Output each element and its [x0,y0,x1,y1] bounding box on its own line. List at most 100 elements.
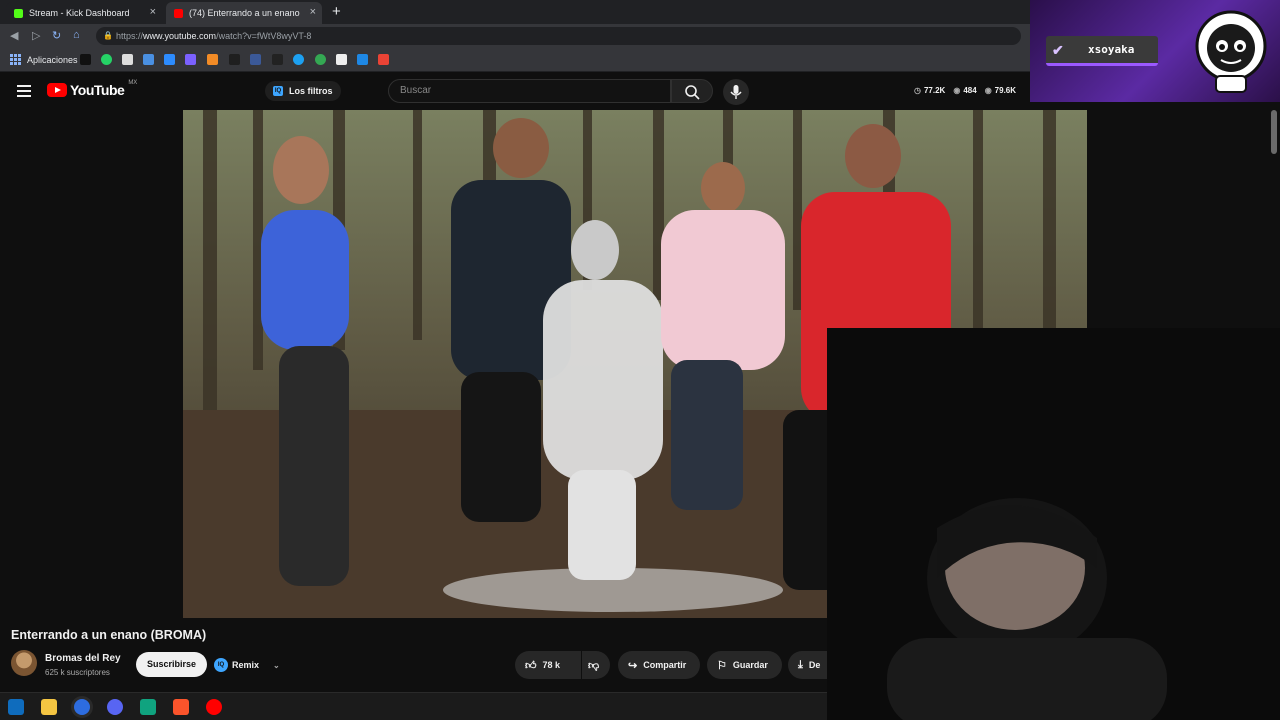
youtube-icon [174,8,183,18]
url-host: www.youtube.com [143,31,217,41]
save-label: Guardar [732,660,768,670]
subscribe-button[interactable]: Suscribirse [136,652,207,677]
channel-name[interactable]: Bromas del Rey [45,653,121,664]
save-button[interactable]: ⚐ Guardar [707,651,782,679]
share-icon: ↪ [628,659,638,672]
bookmark-icon[interactable] [185,54,196,65]
country-code: MX [128,80,138,86]
stream-stats: ◷ 77.2K ◉ 484 ◉ 79.6K [914,86,1016,95]
share-label: Compartir [643,660,687,670]
search-button[interactable] [671,79,713,103]
share-button[interactable]: ↪ Compartir [618,651,700,679]
bookmark-icon[interactable] [272,54,283,65]
tab-label: (74) Enterrando a un enano [189,8,300,18]
bookmark-icon: ⚐ [717,659,727,672]
windows-start-icon[interactable] [8,699,24,715]
apps-grid-icon [10,54,21,65]
chatgpt-icon[interactable] [140,699,156,715]
remix-icon: IQ [214,658,228,672]
viewers-count: 484 [963,86,977,95]
bookmark-icon[interactable] [315,54,326,65]
discord-icon[interactable] [107,699,123,715]
url-field[interactable]: 🔒 https://www.youtube.com/watch?v=fWtV8w… [96,27,1021,45]
mascot-avatar [1195,10,1267,93]
youtube-play-icon [47,83,67,97]
tab-kick-dashboard[interactable]: Stream - Kick Dashboard × [6,2,162,24]
whatsapp-icon[interactable] [101,54,112,65]
browser-tab-bar: Stream - Kick Dashboard × (74) Enterrand… [0,0,1030,24]
like-button[interactable]: 👍︎ 78 k [515,651,581,679]
download-button[interactable]: ⤓ De [788,651,827,679]
address-bar-row: ◀ ▷ ↻ ⌂ 🔒 https://www.youtube.com/watch?… [0,24,1030,48]
url-prefix: https:// [116,31,144,41]
avatar[interactable] [11,650,37,676]
video-title: Enterrando a un enano (BROMA) [11,628,207,642]
streamer-username: xsoyaka [1088,43,1135,56]
likes-stat: ◷ 77.2K [914,86,945,95]
back-icon[interactable]: ◀ [10,29,18,42]
remix-button[interactable]: IQ Remix ⌄ [214,654,280,676]
bookmark-icon[interactable] [80,54,91,65]
views-stat: ◉ 79.6K [985,86,1016,95]
voice-search-button[interactable] [723,79,749,105]
close-icon[interactable]: × [310,6,316,18]
file-explorer-icon[interactable] [41,699,57,715]
bookmark-icon[interactable] [207,54,218,65]
eye-icon: ◉ [953,86,961,95]
gmail-icon[interactable] [378,54,389,65]
chrome-icon[interactable] [74,699,90,715]
url-path: /watch?v=fWtV8wyVT-8 [216,31,312,41]
heart-icon: ◷ [914,86,921,95]
youtube-icon[interactable] [206,699,222,715]
verified-check-icon: ✔ [1052,41,1064,58]
stream-overlay: ✔ xsoyaka [1030,0,1280,102]
bookmark-icon[interactable] [164,54,175,65]
thumbs-up-icon: 👍︎ [525,659,537,672]
dislike-button[interactable]: 👎︎ [582,651,610,679]
hamburger-menu-icon[interactable] [17,85,31,97]
tab-youtube-video[interactable]: (74) Enterrando a un enano × [166,2,322,24]
webcam-image [827,328,1280,720]
logo-text: YouTube [70,82,125,98]
search-input[interactable]: Buscar [388,79,671,103]
thumbs-down-icon: 👎︎ [588,659,600,672]
bookmark-icon[interactable] [250,54,261,65]
brave-icon[interactable] [173,699,189,715]
streamer-name-box: ✔ xsoyaka [1046,36,1158,66]
apps-label: Aplicaciones [27,54,78,65]
page-scrollbar[interactable] [1271,110,1277,154]
new-tab-button[interactable]: + [332,3,341,20]
views-count: 79.6K [994,86,1017,95]
viewers-stat: ◉ 484 [953,86,976,95]
bookmark-icon[interactable] [122,54,133,65]
home-icon[interactable]: ⌂ [73,29,80,41]
download-icon: ⤓ [798,658,803,671]
bookmarks-bar: Aplicaciones [0,48,1030,72]
search-icon [685,85,700,100]
filters-label: Los filtros [289,86,333,96]
tab-label: Stream - Kick Dashboard [29,8,130,18]
forward-icon[interactable]: ▷ [32,29,40,42]
youtube-header: YouTube MX IQ Los filtros Buscar ◷ 77.2K … [0,73,1030,109]
apps-shortcut[interactable]: Aplicaciones [10,54,78,65]
bookmark-icon[interactable] [293,54,304,65]
kick-icon [14,8,23,18]
bookmark-icon[interactable] [229,54,240,65]
lock-icon: 🔒 [103,31,113,40]
bookmark-icon[interactable] [143,54,154,65]
like-count: 78 k [542,660,561,670]
webcam-feed [827,328,1280,720]
bookmark-icon[interactable] [357,54,368,65]
filters-icon: IQ [273,86,283,96]
remix-label: Remix [232,660,260,670]
os-taskbar [0,692,827,720]
likes-count: 77.2K [923,86,946,95]
subscriber-count: 625 k suscriptores [45,668,110,677]
chevron-down-icon: ⌄ [273,660,280,670]
reload-icon[interactable]: ↻ [52,29,61,42]
youtube-logo[interactable]: YouTube MX [47,80,138,98]
eye-icon: ◉ [984,86,992,95]
bookmark-icon[interactable] [336,54,347,65]
filters-button[interactable]: IQ Los filtros [265,81,341,101]
close-icon[interactable]: × [150,6,156,18]
